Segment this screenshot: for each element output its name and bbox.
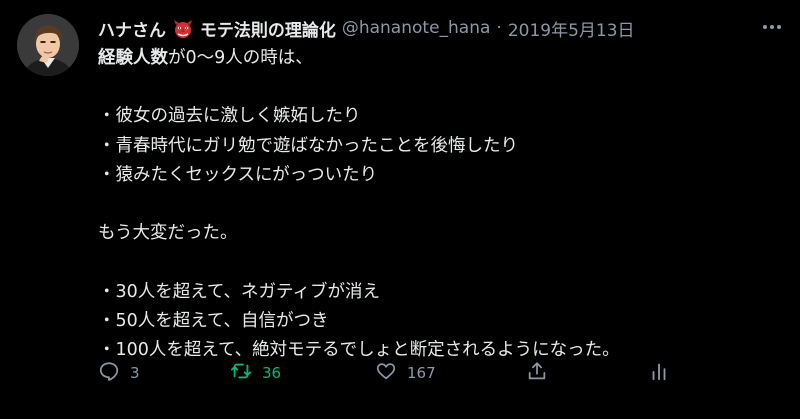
goblin-mask-icon bbox=[173, 19, 193, 39]
like-count: 167 bbox=[407, 364, 436, 382]
tweet-line bbox=[98, 190, 788, 219]
user-handle[interactable]: @hananote_hana bbox=[342, 18, 491, 38]
display-name-part2: モテ法則の理論化 bbox=[199, 20, 336, 41]
share-button[interactable] bbox=[526, 358, 548, 388]
tweet-text: 経験人数が0〜9人の時は、 ・彼女の過去に激しく嫉妬したり ・青春時代にガリ勉で… bbox=[98, 44, 788, 365]
reply-count: 3 bbox=[130, 364, 140, 382]
tweet-line bbox=[98, 73, 788, 102]
tweet-line: ・青春時代にガリ勉で遊ばなかったことを後悔したり bbox=[98, 135, 518, 156]
tweet-header: ハナさん モテ法則の理論化 @hananote_hana · 2019年5月13… bbox=[98, 15, 760, 41]
avatar-illustration bbox=[17, 14, 79, 76]
retweet-button[interactable]: 36 bbox=[230, 358, 281, 388]
tweet-line: ・彼女の過去に激しく嫉妬したり bbox=[98, 106, 361, 127]
analytics-icon bbox=[648, 360, 670, 386]
tweet-card: ハナさん モテ法則の理論化 @hananote_hana · 2019年5月13… bbox=[0, 0, 800, 419]
display-name-part1: ハナさん bbox=[98, 20, 166, 41]
reply-button[interactable]: 3 bbox=[98, 358, 140, 388]
more-options-icon[interactable] bbox=[758, 16, 786, 38]
display-name[interactable]: ハナさん モテ法則の理論化 bbox=[98, 16, 336, 41]
tweet-line: もう大変だった。 bbox=[98, 223, 238, 244]
tweet-line: ・50人を超えて、自信がつき bbox=[98, 310, 329, 331]
avatar[interactable] bbox=[17, 14, 79, 76]
tweet-line bbox=[98, 248, 788, 277]
analytics-button[interactable] bbox=[648, 358, 670, 388]
tweet-line: ・30人を超えて、ネガティブが消え bbox=[98, 281, 380, 302]
like-button[interactable]: 167 bbox=[375, 358, 436, 388]
tweet-date[interactable]: 2019年5月13日 bbox=[508, 16, 635, 41]
separator: · bbox=[496, 18, 502, 38]
heart-icon bbox=[375, 360, 397, 386]
tweet-actions: 3 36 167 bbox=[0, 358, 800, 388]
tweet-line: ・猿みたくセックスにがっついたり bbox=[98, 164, 378, 185]
tweet-line: 経験人数が0〜9人の時は、 bbox=[98, 48, 313, 68]
retweet-count: 36 bbox=[262, 364, 282, 382]
share-icon bbox=[526, 360, 548, 386]
retweet-icon bbox=[230, 360, 252, 386]
reply-icon bbox=[98, 360, 120, 386]
